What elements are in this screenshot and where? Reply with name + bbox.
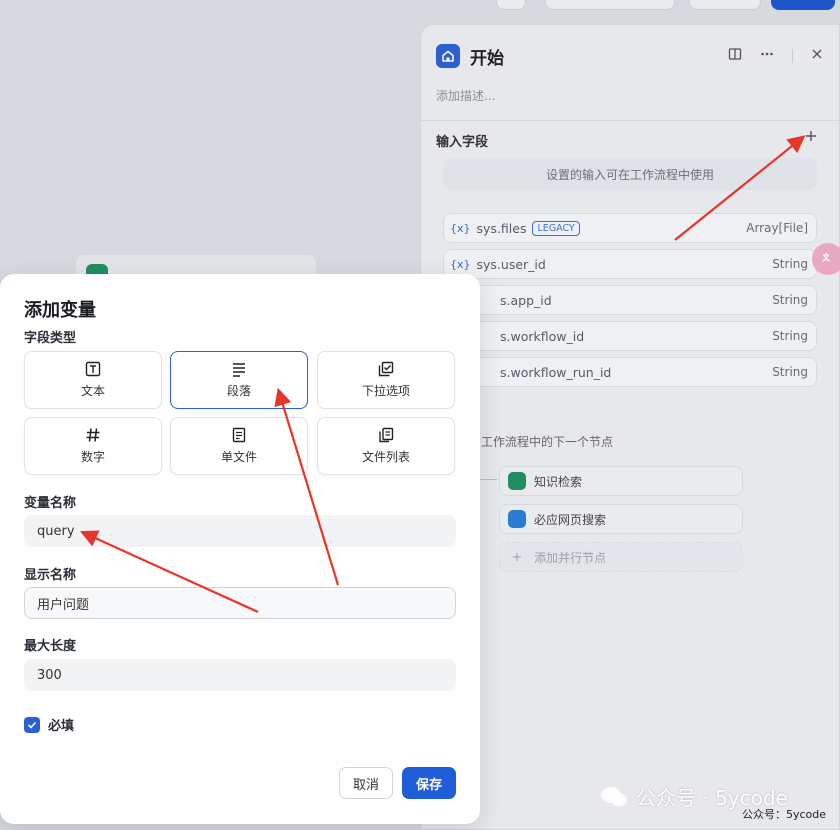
start-node-panel: 开始 添加描述... 输入字段 设置的输入可在工作流程中使用 {x} sys.f… [420,24,840,830]
type-number-card[interactable]: 数字 [24,417,162,475]
var-name-label: 变量名称 [24,496,77,511]
panel-header: 开始 [436,43,823,69]
input-section-title: 输入字段 [436,135,489,150]
divider [421,120,839,121]
type-label: 文件列表 [361,450,410,464]
max-length-input[interactable]: 300 [24,659,456,691]
legacy-badge: LEGACY [532,220,580,236]
variable-type: String [772,257,808,271]
bing-icon [508,510,526,528]
required-checkbox[interactable] [24,716,40,733]
paragraph-icon [231,361,247,377]
variable-type: String [772,365,808,379]
panel-description[interactable]: 添加描述... [436,87,495,104]
more-icon[interactable] [760,47,774,65]
variable-name: sys.user_id [476,256,546,272]
variable-row[interactable]: {x} sys.files LEGACY Array[File] [443,213,817,243]
type-label: 数字 [80,450,105,464]
variable-type: String [772,329,808,343]
display-name-input[interactable]: 用户问题 [24,587,456,619]
save-button[interactable]: 保存 [402,767,456,799]
toolbar-button[interactable] [496,0,526,10]
close-icon[interactable] [811,48,823,64]
field-type-label: 字段类型 [24,331,77,346]
variable-icon: {x} [450,257,471,271]
type-label: 下拉选项 [361,384,410,398]
wechat-icon [601,786,627,806]
variable-name: s.workflow_id [500,328,585,344]
add-parallel-node[interactable]: + 添加并行节点 [499,542,743,572]
text-icon [85,361,101,377]
next-node-bing[interactable]: 必应网页搜索 [499,504,743,534]
variable-row[interactable]: {x} sys.user_id String [443,249,817,279]
panel-title: 开始 [470,48,504,69]
select-icon [378,361,394,377]
knowledge-icon [508,472,526,490]
type-file-card[interactable]: 单文件 [170,417,308,475]
type-text-card[interactable]: 文本 [24,351,162,409]
variable-row[interactable]: s.workflow_id String [443,321,817,351]
empty-inputs-hint: 设置的输入可在工作流程中使用 [443,158,817,190]
file-icon [231,427,247,443]
next-node-label: 必应网页搜索 [534,512,607,527]
book-icon[interactable] [728,47,742,65]
add-input-icon[interactable] [805,127,817,147]
max-length-label: 最大长度 [24,639,77,654]
type-label: 单文件 [220,450,257,464]
next-node-knowledge[interactable]: 知识检索 [499,466,743,496]
dialog-title: 添加变量 [24,300,96,321]
display-name-label: 显示名称 [24,568,77,583]
home-icon [436,44,460,68]
type-paragraph-card[interactable]: 段落 [170,351,308,409]
publish-button[interactable] [771,0,835,10]
divider [792,49,793,63]
toolbar-button[interactable] [545,0,675,10]
variable-row[interactable]: s.app_id String [443,285,817,315]
watermark-small-text: 公众号：5ycode [742,808,827,821]
file-list-icon [378,427,394,443]
translate-icon[interactable] [812,243,840,275]
required-option[interactable]: 必填 [24,715,74,734]
cancel-button[interactable]: 取消 [339,767,393,799]
required-label: 必填 [48,719,75,734]
type-select-card[interactable]: 下拉选项 [317,351,455,409]
variable-row[interactable]: s.workflow_run_id String [443,357,817,387]
connector-line [479,479,497,480]
type-file-list-card[interactable]: 文件列表 [317,417,455,475]
plus-icon: + [512,550,523,564]
variable-type: Array[File] [746,221,808,235]
toolbar-button[interactable] [689,0,761,10]
variable-type: String [772,293,808,307]
var-name-input[interactable]: query [24,515,456,547]
next-node-label: 添加并行节点 [534,550,607,565]
type-label: 段落 [226,384,251,398]
next-step-title: 工作流程中的下一个节点 [481,435,614,449]
type-label: 文本 [80,384,105,398]
next-node-label: 知识检索 [534,474,583,489]
variable-name: s.app_id [500,292,552,308]
add-variable-dialog: 添加变量 字段类型 文本 段落 下拉选项 数字 单文件 文件列表 变量名称 qu… [0,274,480,824]
variable-name: sys.files [476,220,527,236]
number-icon [85,427,101,443]
variable-name: s.workflow_run_id [500,364,612,380]
variable-icon: {x} [450,221,471,235]
